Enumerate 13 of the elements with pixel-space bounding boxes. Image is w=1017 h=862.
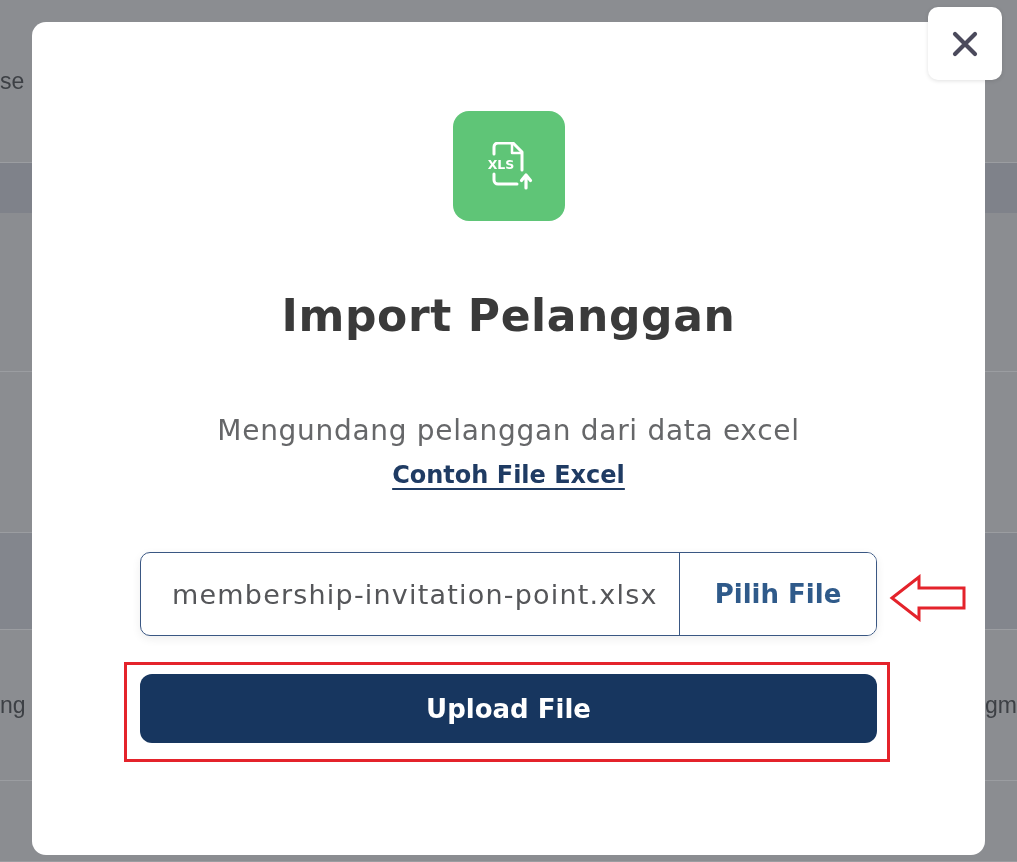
dialog-description: Mengundang pelanggan dari data excel <box>217 413 800 449</box>
file-type-label: XLS <box>487 157 514 172</box>
sample-file-link[interactable]: Contoh File Excel <box>392 457 625 493</box>
table-cell-text: se <box>0 67 25 95</box>
close-icon <box>952 30 978 57</box>
upload-arrow-icon <box>519 173 532 190</box>
table-cell-text: ng <box>0 691 26 719</box>
table-cell-text: gm <box>985 691 1017 719</box>
choose-file-button[interactable]: Pilih File <box>680 553 876 635</box>
close-button[interactable] <box>928 7 1002 80</box>
dialog-title: Import Pelanggan <box>281 291 736 341</box>
upload-file-button[interactable]: Upload File <box>140 674 877 743</box>
hollow-arrow-icon <box>889 574 967 622</box>
